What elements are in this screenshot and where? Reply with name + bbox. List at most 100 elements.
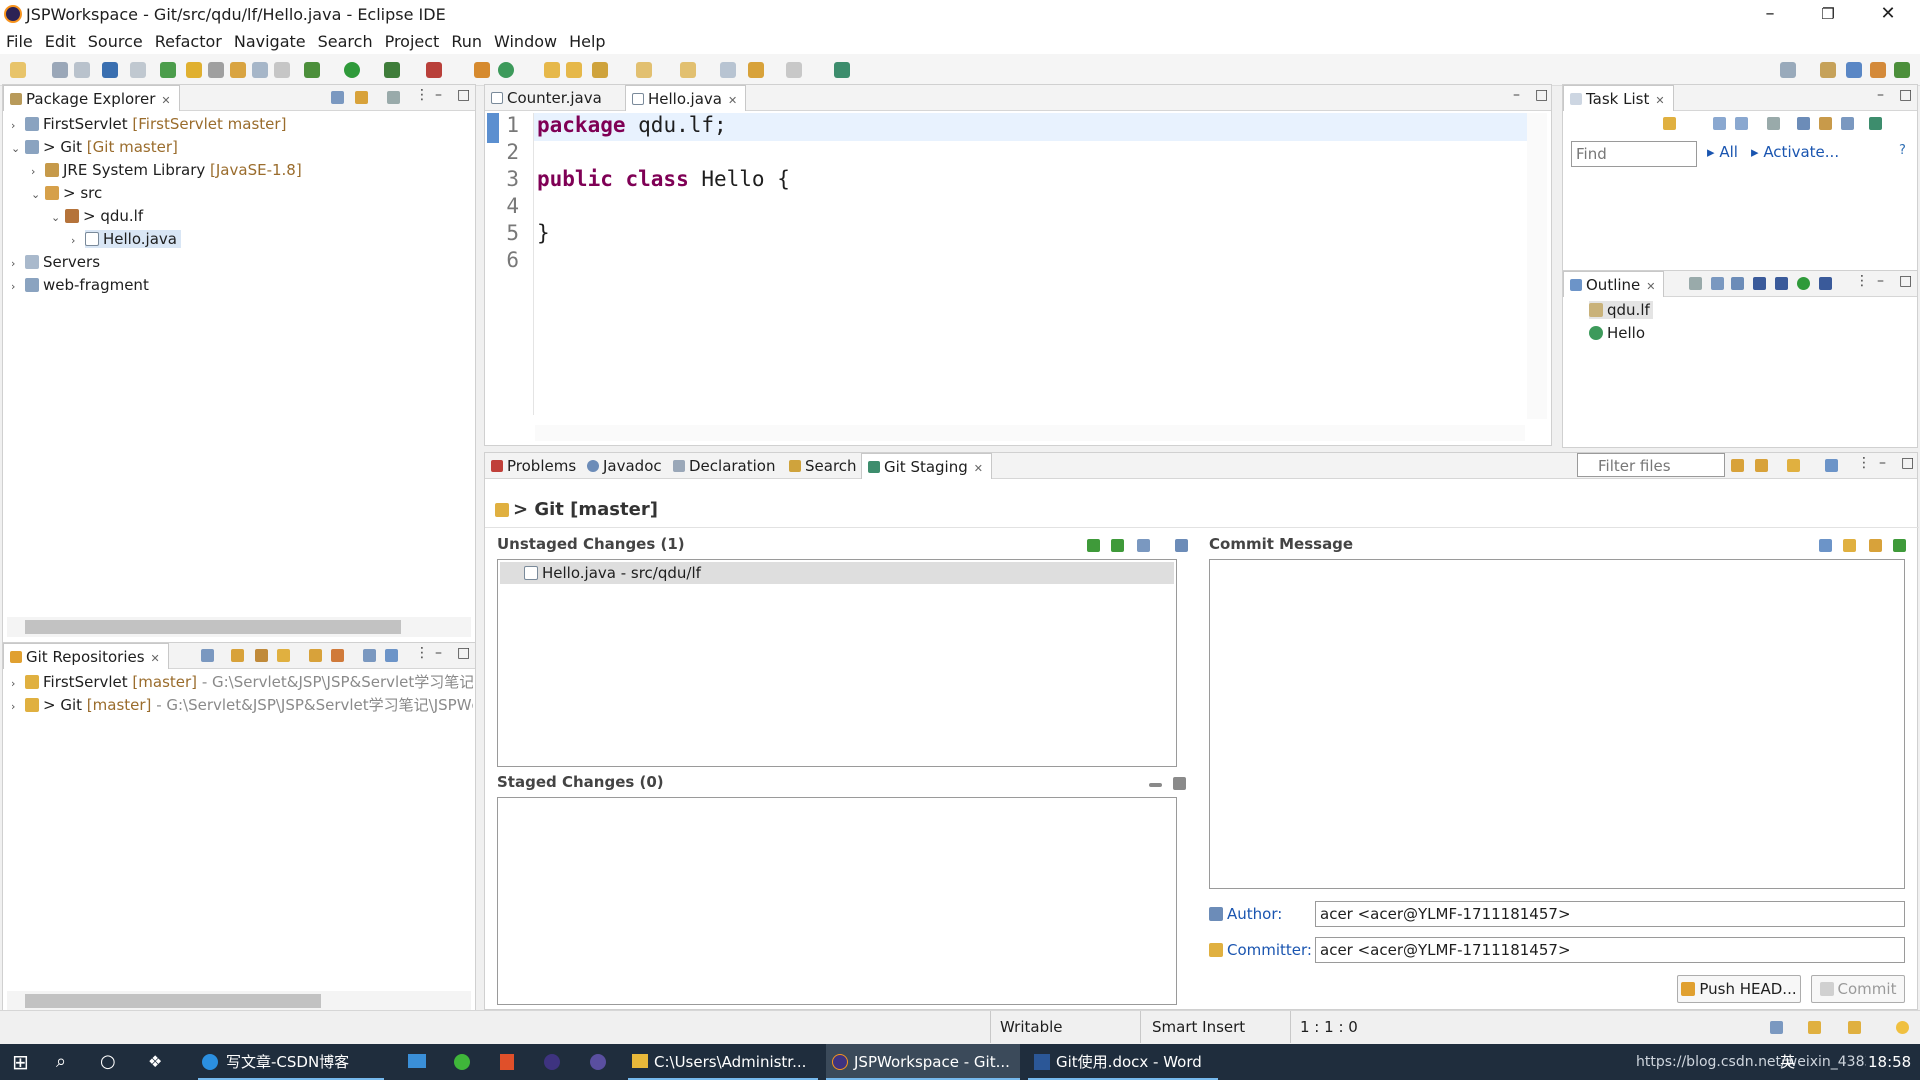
clone-repo-icon[interactable] <box>255 649 268 662</box>
menu-project[interactable]: Project <box>379 30 446 51</box>
open-perspective-icon[interactable] <box>1820 62 1836 78</box>
hide-fields-icon[interactable] <box>1753 277 1766 290</box>
tree-item-src[interactable]: ⌄ > src <box>31 182 102 204</box>
menu-refactor[interactable]: Refactor <box>149 30 228 51</box>
expand-arrow-icon[interactable]: ⌄ <box>31 184 45 206</box>
forward-icon[interactable] <box>786 62 802 78</box>
task-find-input[interactable]: Find <box>1571 141 1697 167</box>
taskbar-eclipse-icon-2[interactable] <box>586 1044 612 1080</box>
stage-selected-icon[interactable] <box>1087 539 1100 552</box>
save-icon[interactable] <box>52 62 68 78</box>
back-icon[interactable] <box>748 62 764 78</box>
expand-arrow-icon[interactable]: › <box>11 115 25 137</box>
view-menu-icon[interactable]: ⋮ <box>1857 455 1871 471</box>
tip-icon[interactable] <box>1848 1021 1861 1034</box>
close-icon[interactable]: ✕ <box>151 652 160 665</box>
run-icon[interactable] <box>344 62 360 78</box>
new-task-icon[interactable] <box>1663 117 1676 130</box>
save-all-icon[interactable] <box>74 62 90 78</box>
tab-search[interactable]: Search <box>783 453 865 479</box>
last-edit-icon[interactable] <box>720 62 736 78</box>
tab-git-staging[interactable]: Git Staging ✕ <box>861 453 992 479</box>
filter-files-input[interactable]: Filter files <box>1577 453 1725 477</box>
horizontal-scrollbar[interactable] <box>535 425 1525 441</box>
amend-icon[interactable] <box>1843 539 1856 552</box>
code-line-5[interactable]: } <box>537 221 550 245</box>
tab-counter-java[interactable]: Counter.java <box>485 85 610 111</box>
menu-navigate[interactable]: Navigate <box>228 30 312 51</box>
repo-item-firstservlet[interactable]: › FirstServlet [master] - G:\Servlet&JSP\… <box>11 671 473 693</box>
help-icon[interactable]: ? <box>1899 143 1906 158</box>
debug-perspective-icon[interactable] <box>1894 62 1910 78</box>
menu-window[interactable]: Window <box>488 30 563 51</box>
menu-search[interactable]: Search <box>312 30 379 51</box>
tab-declaration[interactable]: Declaration <box>667 453 783 479</box>
java-ee-perspective-icon[interactable] <box>1846 62 1862 78</box>
highlight-icon[interactable] <box>186 62 202 78</box>
close-button[interactable]: ✕ <box>1860 0 1916 30</box>
taskbar-item-eclipse[interactable]: JSPWorkspace - Git... <box>826 1044 1020 1080</box>
repository-select-icon[interactable] <box>1787 459 1800 472</box>
code-area[interactable]: 1 package qdu.lf; 2 3 public class Hello… <box>485 113 1525 413</box>
activate-link[interactable]: ▸ Activate... <box>1751 143 1839 161</box>
commit-message-input[interactable] <box>1209 559 1905 889</box>
all-link[interactable]: ▸ All <box>1707 143 1738 161</box>
new-icon[interactable] <box>10 62 26 78</box>
tab-hello-java[interactable]: Hello.java ✕ <box>625 85 747 111</box>
stage-all-icon[interactable] <box>1111 539 1124 552</box>
tree-item-jre[interactable]: › JRE System Library [JavaSE-1.8] <box>31 159 302 181</box>
close-icon[interactable]: ✕ <box>161 94 170 107</box>
unstaged-list[interactable]: Hello.java - src/qdu/lf <box>497 559 1177 767</box>
collapse-all-icon[interactable] <box>1711 277 1724 290</box>
menu-source[interactable]: Source <box>82 30 149 51</box>
menu-help[interactable]: Help <box>563 30 611 51</box>
collapse-all-icon[interactable] <box>201 649 214 662</box>
tree-item-servers[interactable]: › Servers <box>11 251 100 273</box>
ime-indicator[interactable]: 英 <box>1780 1044 1795 1080</box>
terminal-icon[interactable] <box>102 62 118 78</box>
task-view-icon[interactable]: ❖ <box>148 1044 172 1080</box>
link-editor-icon[interactable] <box>355 91 368 104</box>
push-head-button[interactable]: Push HEAD... <box>1677 975 1801 1003</box>
open-type-icon[interactable] <box>544 62 560 78</box>
focus-active-task-icon[interactable] <box>1689 277 1702 290</box>
maximize-icon[interactable]: □ <box>1899 273 1912 289</box>
tab-git-repositories[interactable]: Git Repositories ✕ <box>3 643 169 669</box>
view-menu-icon[interactable]: ⋮ <box>415 645 429 661</box>
open-task-icon[interactable] <box>566 62 582 78</box>
expand-arrow-icon[interactable]: › <box>11 276 25 298</box>
sort-icon[interactable] <box>1731 277 1744 290</box>
taskbar-office-icon[interactable] <box>496 1044 522 1080</box>
horizontal-scrollbar[interactable] <box>7 991 471 1011</box>
taskbar-item-browser[interactable]: 写文章-CSDN博客 <box>198 1044 384 1080</box>
tab-problems[interactable]: Problems <box>485 453 584 479</box>
taskbar-clock[interactable]: 18:58 <box>1868 1044 1911 1080</box>
vertical-scrollbar[interactable] <box>1527 113 1547 419</box>
add-repo-icon[interactable] <box>277 649 290 662</box>
outline-item-package[interactable]: qdu.lf <box>1589 299 1653 321</box>
minimize-icon[interactable]: – <box>1513 87 1520 103</box>
menu-file[interactable]: File <box>0 30 39 51</box>
horizontal-scrollbar[interactable] <box>7 617 471 637</box>
signoff-icon[interactable] <box>1869 539 1882 552</box>
toggle-mark-icon[interactable] <box>252 62 268 78</box>
taskbar-wechat-icon[interactable] <box>450 1044 476 1080</box>
hide-completed-icon[interactable] <box>1797 117 1810 130</box>
expand-arrow-icon[interactable]: › <box>11 253 25 275</box>
hide-nonpublic-icon[interactable] <box>1797 277 1810 290</box>
expand-arrow-icon[interactable]: › <box>11 673 25 693</box>
maximize-icon[interactable]: □ <box>457 87 470 103</box>
external-tools-icon[interactable] <box>426 62 442 78</box>
new-class-icon[interactable] <box>498 62 514 78</box>
menu-edit[interactable]: Edit <box>39 30 82 51</box>
maximize-icon[interactable]: □ <box>1901 455 1914 471</box>
sync-tasks-icon[interactable] <box>1869 117 1882 130</box>
code-line-3[interactable]: public class Hello { <box>537 167 790 191</box>
code-line-1[interactable]: package qdu.lf; <box>537 113 727 137</box>
maximize-icon[interactable]: □ <box>457 645 470 661</box>
tree-item-firstservlet[interactable]: › FirstServlet [FirstServlet master] <box>11 113 286 135</box>
restore-button[interactable]: ❐ <box>1800 0 1856 30</box>
notification-icon[interactable] <box>1808 1021 1821 1034</box>
expand-arrow-icon[interactable]: › <box>31 161 45 183</box>
refresh-icon[interactable] <box>309 649 322 662</box>
